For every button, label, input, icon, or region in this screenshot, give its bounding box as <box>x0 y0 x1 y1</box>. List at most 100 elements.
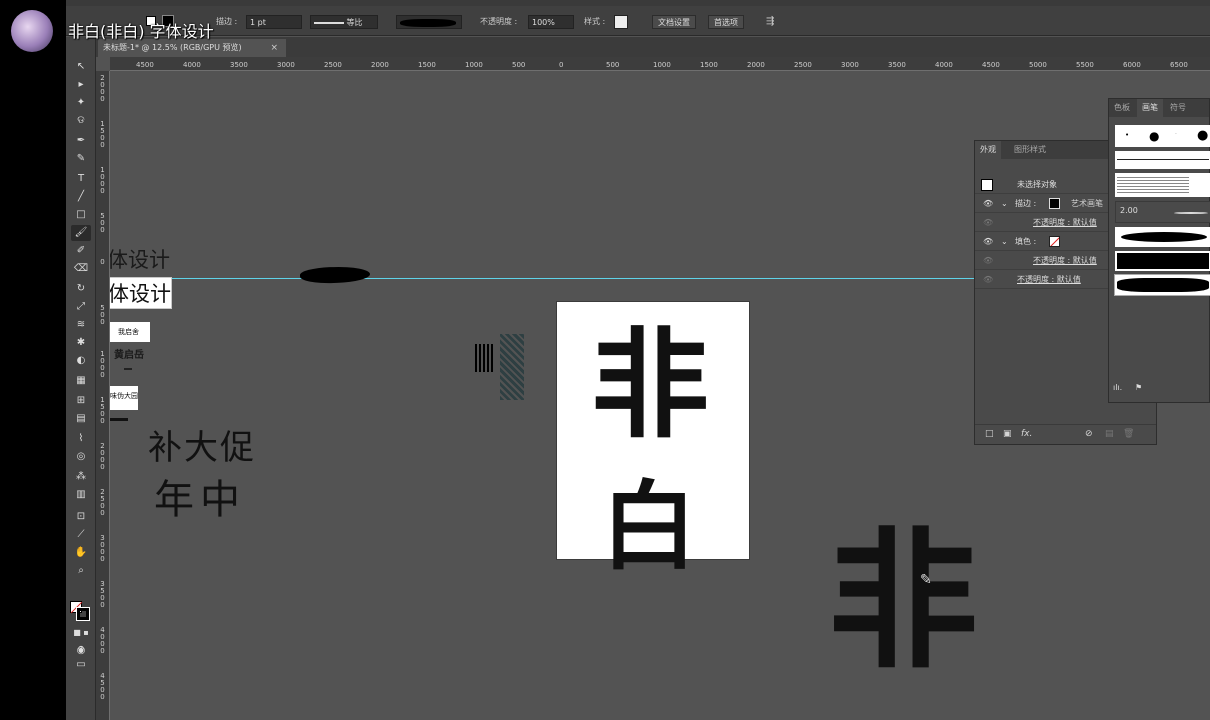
vertical-ruler[interactable]: 2000 1500 1000 500 0 500 1000 1500 2000 … <box>96 71 110 720</box>
arrange-icon[interactable]: ⇶ <box>766 15 774 29</box>
puppet-warp-tool-icon[interactable]: ✱ <box>71 335 91 351</box>
fill-opacity-label[interactable]: 不透明度 : 默认值 <box>1033 251 1097 270</box>
color-mode-icon[interactable]: ■ ▪ ⊘ <box>71 625 91 653</box>
brush-presets-row[interactable]: • ● · ● <box>1115 125 1210 147</box>
type-tool-icon[interactable]: T <box>71 171 91 187</box>
rectangle-tool-icon[interactable]: □ <box>71 207 91 223</box>
stamp-text-2[interactable]: 黄启岳 <box>114 346 144 361</box>
stamp-text-3: 味伪大园 <box>110 392 138 400</box>
brush-definition-dropdown[interactable] <box>396 15 462 29</box>
add-stroke-icon[interactable]: □ <box>985 429 994 439</box>
handwritten-text-2[interactable]: 年中 <box>154 467 246 525</box>
handwritten-text-1[interactable]: 补大促 <box>148 420 256 469</box>
blob-brush-tool-icon[interactable]: ✐ <box>71 243 91 259</box>
close-tab-icon[interactable]: × <box>270 39 278 57</box>
brush-options-icon[interactable]: ⚑ <box>1135 383 1142 392</box>
visibility-eye-icon[interactable]: 👁 <box>983 251 993 270</box>
brush-size-row[interactable]: 2.00 <box>1115 201 1210 223</box>
eraser-tool-icon[interactable]: ⌫ <box>71 261 91 277</box>
stroke-opacity-label[interactable]: 不透明度 : 默认值 <box>1033 213 1097 232</box>
screen-mode-icon[interactable]: ▭ <box>71 657 91 673</box>
curvature-tool-icon[interactable]: ✎ <box>71 151 91 167</box>
line-tool-icon[interactable]: ╱ <box>71 189 91 205</box>
fx-button[interactable]: fx. <box>1021 429 1032 439</box>
symbol-sprayer-tool-icon[interactable]: ⁂ <box>71 469 91 485</box>
art-brush-row-1[interactable] <box>1115 227 1210 247</box>
clear-appearance-icon[interactable]: ⊘ <box>1085 429 1093 439</box>
object-opacity-label[interactable]: 不透明度 : 默认值 <box>1017 270 1081 289</box>
blend-tool-icon[interactable]: ◎ <box>71 449 91 465</box>
texture-sample-2[interactable] <box>500 334 524 400</box>
duplicate-item-icon[interactable]: ▤ <box>1105 429 1114 439</box>
paintbrush-tool-icon[interactable]: 🖌 <box>71 225 91 241</box>
expand-chevron-icon[interactable]: ⌄ <box>1001 232 1008 251</box>
hand-tool-icon[interactable]: ✋ <box>71 545 91 561</box>
brush-libraries-icon[interactable]: ılı. <box>1113 383 1122 392</box>
selection-tool-icon[interactable]: ↖ <box>71 59 91 75</box>
brush-dot-medium[interactable]: ● <box>1149 129 1159 143</box>
art-brush-row-2[interactable] <box>1115 251 1210 271</box>
mesh-tool-icon[interactable]: ⊞ <box>71 393 91 409</box>
pen-tool-icon[interactable]: ✒ <box>71 133 91 149</box>
ruler-tick: 1500 <box>418 61 436 69</box>
brushes-panel-tabs: 色板 画笔 符号 <box>1109 99 1209 117</box>
brush-dot-tiny[interactable]: · <box>1175 131 1177 138</box>
brush-line-row[interactable] <box>1115 151 1210 169</box>
tab-swatches[interactable]: 色板 <box>1109 99 1135 117</box>
stroke-brush-name[interactable]: 艺术画笔 <box>1071 194 1103 213</box>
brush-dot-small[interactable]: • <box>1125 131 1129 139</box>
visibility-eye-icon[interactable]: 👁 <box>983 270 993 289</box>
tools-panel: ↖ ▸ ✦ ଡ ✒ ✎ T ╱ □ 🖌 ✐ ⌫ ↻ ⤢ ≋ ✱ ◐ ▦ ⊞ ▤ … <box>66 37 96 720</box>
canvas-text-2[interactable]: 体设计 <box>110 277 172 309</box>
brush-dot-large[interactable]: ● <box>1197 128 1208 143</box>
preferences-button[interactable]: 首选项 <box>708 15 744 29</box>
stroke-weight-field[interactable]: 1 pt <box>246 15 302 29</box>
rotate-tool-icon[interactable]: ↻ <box>71 281 91 297</box>
stroke-color-icon[interactable] <box>76 607 90 621</box>
column-graph-tool-icon[interactable]: ▥ <box>71 487 91 503</box>
stamp-box-1[interactable]: 我启舍 <box>110 322 150 342</box>
magic-wand-tool-icon[interactable]: ✦ <box>71 95 91 111</box>
style-swatch[interactable] <box>614 15 628 29</box>
shape-builder-tool-icon[interactable]: ◐ <box>71 353 91 369</box>
visibility-eye-icon[interactable]: 👁 <box>983 232 993 251</box>
lasso-tool-icon[interactable]: ଡ <box>71 113 91 129</box>
visibility-eye-icon[interactable]: 👁 <box>983 194 993 213</box>
fill-none-swatch-icon[interactable] <box>1049 236 1060 247</box>
texture-sample-1[interactable] <box>475 344 495 372</box>
stroke-swatch-icon[interactable] <box>1049 198 1060 209</box>
visibility-eye-icon[interactable]: 👁 <box>983 213 993 232</box>
eyedropper-tool-icon[interactable]: ⌇ <box>71 431 91 447</box>
zoom-tool-icon[interactable]: ⌕ <box>71 563 91 579</box>
artboard-glyph-2[interactable]: 白 <box>601 472 697 582</box>
artboard[interactable]: 非 白 <box>557 302 749 582</box>
tab-appearance[interactable]: 外观 <box>975 141 1001 159</box>
gradient-tool-icon[interactable]: ▤ <box>71 411 91 427</box>
artboard-glyph-1[interactable]: 非 <box>591 320 709 450</box>
document-setup-button[interactable]: 文档设置 <box>652 15 696 29</box>
ruler-tick: 500 <box>512 61 526 69</box>
perspective-grid-tool-icon[interactable]: ▦ <box>71 373 91 389</box>
artboard-tool-icon[interactable]: ⊡ <box>71 509 91 525</box>
slice-tool-icon[interactable]: ⟋ <box>71 527 91 543</box>
tab-brushes[interactable]: 画笔 <box>1137 99 1163 117</box>
large-brush-glyph[interactable]: 非 <box>828 512 978 692</box>
horizontal-ruler[interactable]: 4500 4000 3500 3000 2500 2000 1500 1000 … <box>110 57 1210 71</box>
ruler-tick: 1000 <box>465 61 483 69</box>
delete-item-icon[interactable]: 🗑 <box>1123 429 1134 439</box>
brush-stroke-sample[interactable] <box>299 265 371 285</box>
canvas-text-1[interactable]: 体设计 <box>110 244 170 274</box>
direct-selection-tool-icon[interactable]: ▸ <box>71 77 91 93</box>
warp-tool-icon[interactable]: ≋ <box>71 317 91 333</box>
opacity-field[interactable]: 100% <box>528 15 574 29</box>
add-fill-icon[interactable]: ▣ <box>1003 429 1012 439</box>
scale-tool-icon[interactable]: ⤢ <box>71 299 91 315</box>
art-brush-row-3-selected[interactable] <box>1114 274 1210 296</box>
stamp-box-3[interactable]: 味伪大园 <box>110 386 138 410</box>
tab-graphic-styles[interactable]: 图形样式 <box>1009 141 1051 159</box>
pattern-brush-row[interactable] <box>1115 173 1210 197</box>
tab-symbols[interactable]: 符号 <box>1165 99 1191 117</box>
expand-chevron-icon[interactable]: ⌄ <box>1001 194 1008 213</box>
ruler-tick: 2500 <box>100 488 105 517</box>
profile-dropdown[interactable]: 等比 <box>310 15 378 29</box>
